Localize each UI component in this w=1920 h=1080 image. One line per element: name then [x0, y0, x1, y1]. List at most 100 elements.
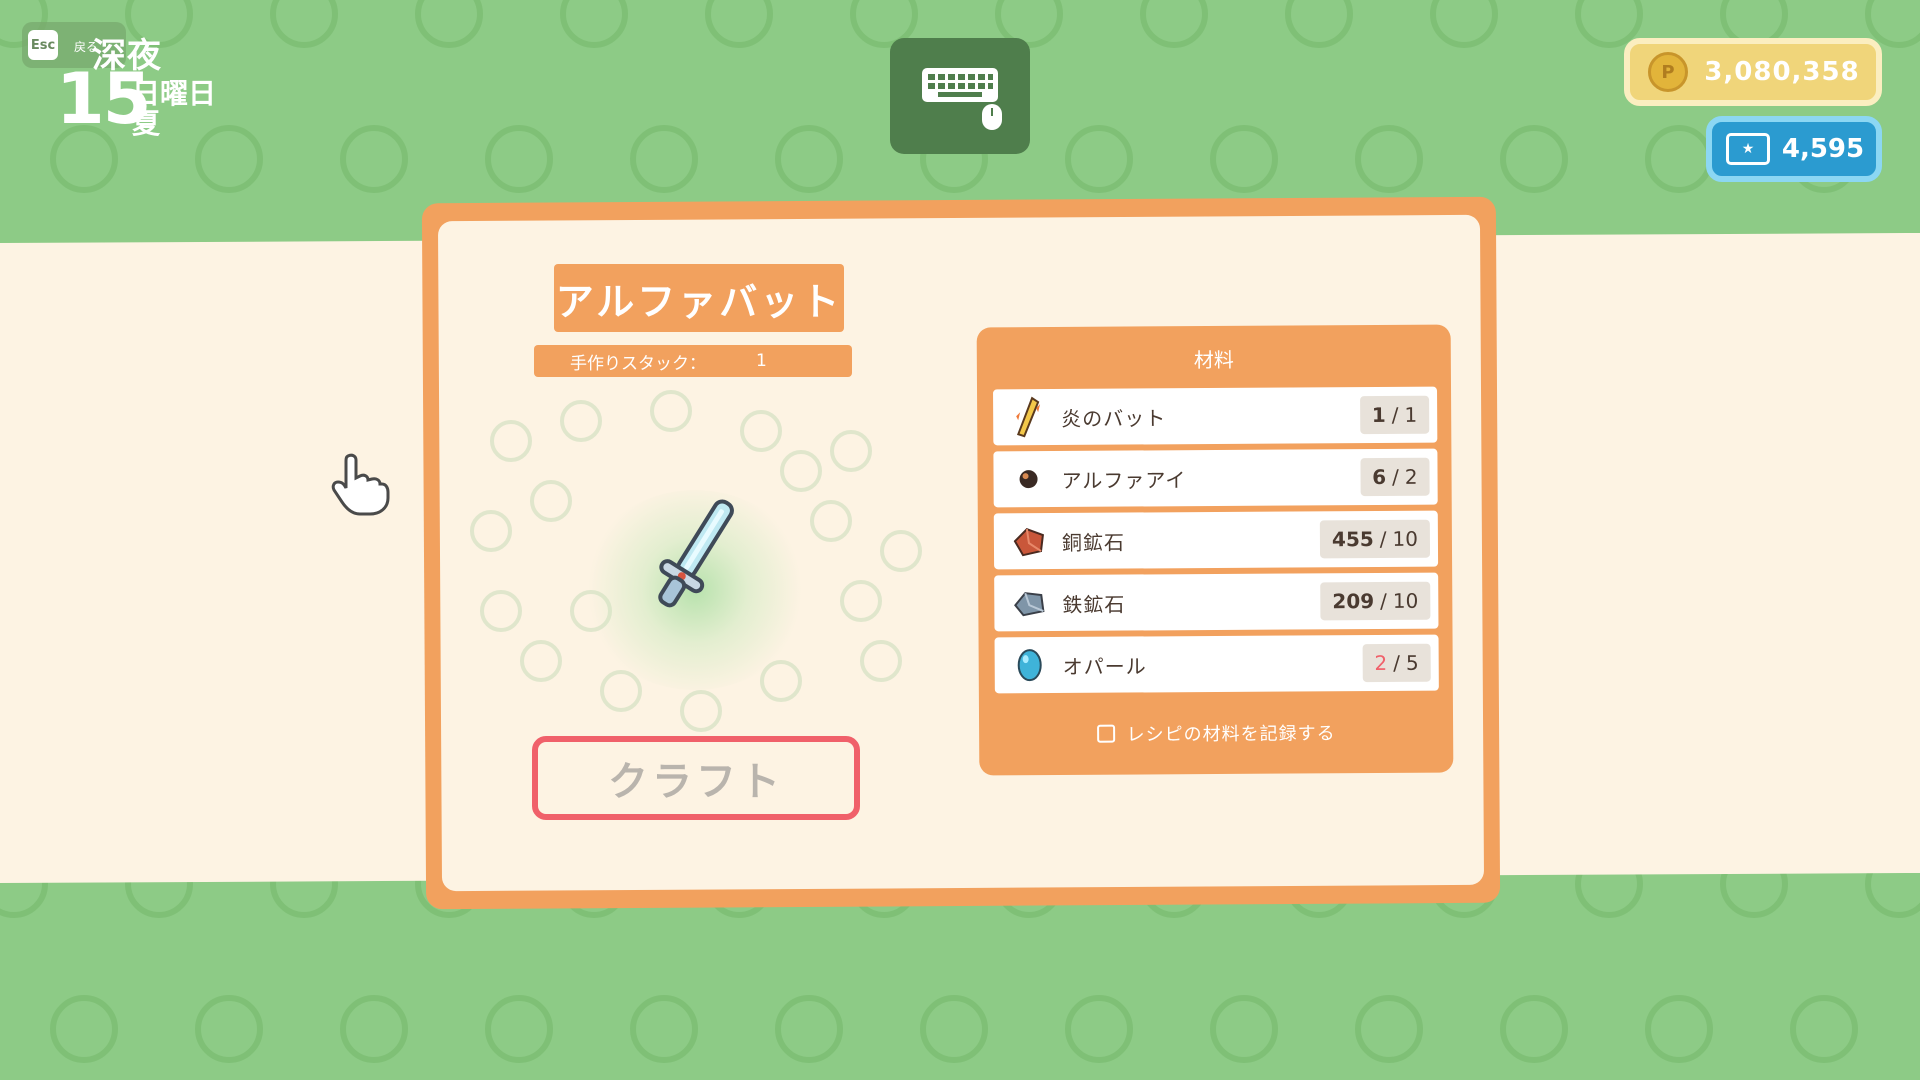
pattern-blob [1210, 125, 1278, 193]
preview-bubble [860, 640, 902, 682]
material-need: 10 [1392, 526, 1419, 551]
pattern-blob [705, 0, 773, 48]
material-need: 2 [1404, 464, 1418, 489]
count-separator: / [1393, 650, 1401, 675]
material-row: 鉄鉱石 209 / 10 [994, 572, 1439, 632]
copper-ore-icon [1008, 520, 1050, 562]
material-name: オパール [1062, 653, 1147, 679]
pattern-blob [1500, 995, 1568, 1063]
material-have: 2 [1374, 650, 1388, 676]
count-separator: / [1379, 526, 1387, 551]
craft-stack-label: 手作りスタック： [570, 353, 706, 374]
esc-key-icon[interactable]: Esc [28, 30, 58, 60]
ticket-balance: ★ 4,595 [1706, 116, 1882, 182]
pattern-blob [920, 995, 988, 1063]
preview-bubble [780, 450, 822, 492]
preview-bubble [520, 640, 562, 682]
craft-stack-value: 1 [756, 351, 767, 371]
pattern-blob [1285, 0, 1353, 48]
fire-bat-icon [1007, 396, 1049, 438]
recipe-title: アルファバット [554, 264, 844, 332]
record-recipe-label: レシピの材料を記録する [1126, 723, 1336, 746]
pattern-blob [630, 995, 698, 1063]
item-preview [460, 390, 930, 740]
material-count: 455 / 10 [1319, 519, 1431, 559]
material-need: 1 [1404, 402, 1418, 427]
pattern-blob [775, 995, 843, 1063]
material-row: オパール 2 / 5 [994, 634, 1439, 694]
preview-bubble [840, 580, 882, 622]
pattern-blob [1645, 995, 1713, 1063]
coin-balance: P 3,080,358 [1624, 38, 1882, 106]
count-separator: / [1391, 464, 1399, 489]
material-have: 1 [1371, 402, 1386, 428]
preview-bubble [880, 530, 922, 572]
material-have: 455 [1331, 527, 1374, 552]
material-count: 1 / 1 [1359, 395, 1430, 435]
coin-value: 3,080,358 [1704, 57, 1860, 87]
pattern-blob [415, 0, 483, 48]
material-have: 209 [1332, 589, 1375, 614]
pattern-blob [485, 995, 553, 1063]
pattern-blob [1355, 125, 1423, 193]
record-recipe-toggle[interactable]: レシピの材料を記録する [979, 719, 1453, 748]
input-device-indicator [890, 38, 1030, 154]
preview-bubble [830, 430, 872, 472]
preview-bubble [530, 480, 572, 522]
material-row: 銅鉱石 455 / 10 [993, 510, 1439, 570]
craft-stack-bar: 手作りスタック： 1 [534, 345, 852, 377]
preview-bubble [470, 510, 512, 552]
alpha-eye-icon [1007, 458, 1049, 500]
ticket-icon: ★ [1726, 133, 1770, 165]
preview-bubble [560, 400, 602, 442]
pattern-blob [1355, 995, 1423, 1063]
pattern-blob [1790, 995, 1858, 1063]
pattern-blob [1500, 125, 1568, 193]
pattern-blob [1430, 0, 1498, 48]
opal-icon [1009, 644, 1051, 686]
material-name: 銅鉱石 [1061, 530, 1126, 555]
pattern-blob [630, 125, 698, 193]
pattern-blob [1065, 995, 1133, 1063]
preview-bubble [740, 410, 782, 452]
materials-panel: 材料 炎のバット 1 / 1 アルファアイ 6 / 2 銅鉱石 455 / 10 [976, 324, 1454, 776]
pattern-blob [340, 125, 408, 193]
material-count: 2 / 5 [1362, 643, 1431, 683]
material-need: 10 [1392, 588, 1419, 613]
preview-bubble [490, 420, 532, 462]
count-separator: / [1380, 588, 1387, 613]
record-recipe-checkbox[interactable] [1096, 724, 1115, 743]
material-count: 209 / 10 [1320, 581, 1431, 621]
coin-icon: P [1648, 52, 1688, 92]
material-row: 炎のバット 1 / 1 [993, 386, 1438, 446]
pattern-blob [1210, 995, 1278, 1063]
preview-bubble [480, 590, 522, 632]
preview-bubble [810, 500, 852, 542]
pattern-blob [270, 0, 338, 48]
pattern-blob [50, 995, 118, 1063]
iron-ore-icon [1008, 582, 1050, 624]
keyboard-mouse-icon [922, 68, 1002, 130]
pattern-blob [1065, 125, 1133, 193]
pattern-blob [195, 995, 263, 1063]
pattern-blob [560, 0, 628, 48]
material-row: アルファアイ 6 / 2 [993, 448, 1438, 508]
season: 夏 [132, 107, 161, 140]
alpha-bat-sword-icon [658, 499, 734, 608]
pattern-blob [485, 125, 553, 193]
craft-button[interactable]: クラフト [532, 736, 860, 820]
pattern-blob [340, 995, 408, 1063]
ticket-value: 4,595 [1781, 134, 1865, 164]
material-count: 6 / 2 [1360, 457, 1430, 497]
material-name: 鉄鉱石 [1062, 592, 1126, 617]
material-name: 炎のバット [1061, 405, 1167, 431]
pattern-blob [1140, 0, 1208, 48]
materials-title: 材料 [1193, 347, 1234, 373]
count-separator: / [1391, 402, 1399, 427]
preview-bubble [600, 670, 642, 712]
material-have: 6 [1372, 464, 1387, 490]
hand-cursor-icon [331, 453, 390, 516]
material-name: アルファアイ [1061, 467, 1187, 493]
pattern-blob [1645, 125, 1713, 193]
preview-bubble [680, 690, 722, 732]
